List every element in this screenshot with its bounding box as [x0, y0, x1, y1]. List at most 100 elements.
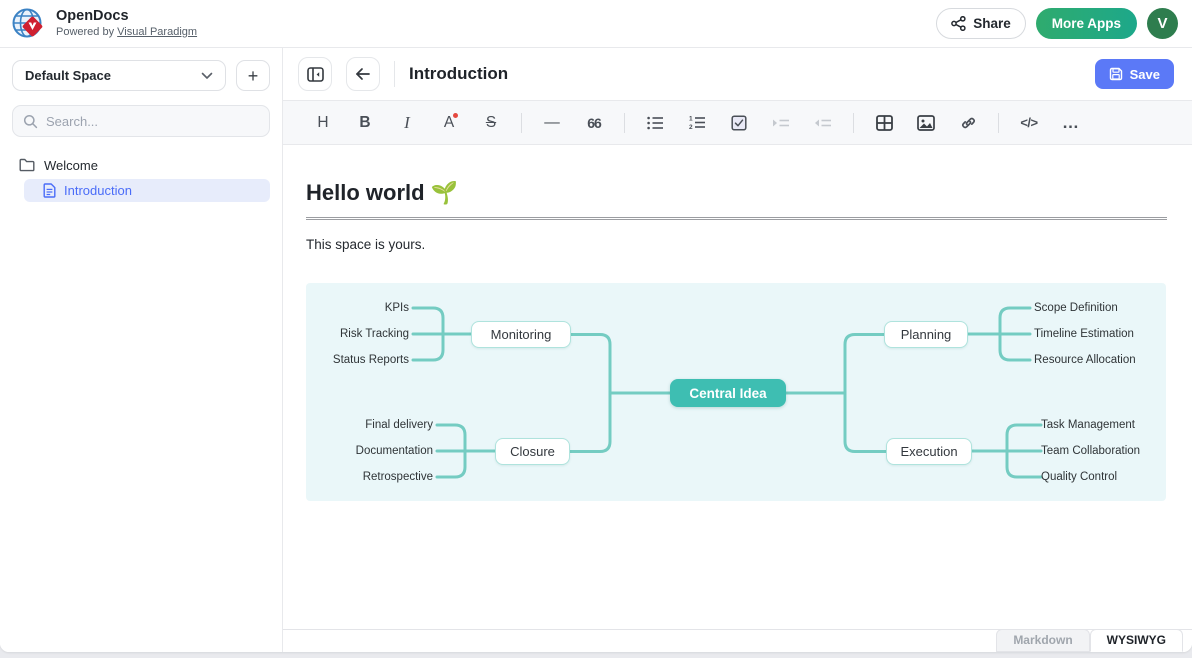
- svg-text:1: 1: [689, 115, 693, 122]
- task-list-icon: [731, 115, 747, 131]
- add-space-button[interactable]: +: [236, 60, 270, 91]
- save-button[interactable]: Save: [1095, 59, 1174, 89]
- indent-decrease-icon: [814, 117, 832, 129]
- document-heading: Hello world 🌱: [306, 180, 1167, 220]
- mindmap-leaf: Scope Definition: [1034, 300, 1118, 316]
- mindmap-node-planning: Planning: [884, 321, 968, 348]
- mindmap-central-node: Central Idea: [670, 379, 786, 407]
- table-icon: [876, 115, 893, 131]
- sidebar: Default Space + Welcome: [0, 48, 283, 652]
- toggle-sidebar-button[interactable]: [298, 57, 332, 91]
- bullet-list-icon: [647, 116, 664, 130]
- share-label: Share: [973, 16, 1011, 31]
- toolbar-divider: [521, 113, 522, 133]
- document-paragraph: This space is yours.: [306, 237, 1167, 252]
- formatting-toolbar: H B I A S — 66 12: [283, 100, 1192, 145]
- indent-increase-button[interactable]: [761, 107, 801, 139]
- app-header: OpenDocs Powered by Visual Paradigm Shar…: [0, 0, 1192, 48]
- heading-button[interactable]: H: [303, 107, 343, 139]
- share-button[interactable]: Share: [936, 8, 1026, 39]
- heading-icon: H: [317, 114, 328, 132]
- strikethrough-button[interactable]: S: [471, 107, 511, 139]
- space-selector-value: Default Space: [25, 68, 111, 83]
- mindmap-diagram[interactable]: Central Idea Monitoring KPIs Risk Tracking S…: [306, 283, 1166, 501]
- powered-by-text: Powered by: [56, 26, 114, 38]
- mindmap-leaf: Final delivery: [365, 417, 433, 433]
- table-button[interactable]: [864, 107, 904, 139]
- mindmap-leaf: Documentation: [356, 443, 433, 459]
- bold-icon: B: [359, 114, 370, 132]
- mindmap-leaf: Resource Allocation: [1034, 352, 1136, 368]
- opendocs-logo-icon: [10, 6, 46, 42]
- horizontal-rule-icon: —: [544, 114, 560, 132]
- link-button[interactable]: [948, 107, 988, 139]
- markdown-mode-tab[interactable]: Markdown: [996, 629, 1089, 652]
- more-tools-button[interactable]: …: [1051, 107, 1091, 139]
- titlebar-divider: [394, 61, 395, 87]
- svg-text:2: 2: [689, 124, 693, 130]
- app-window: OpenDocs Powered by Visual Paradigm Shar…: [0, 0, 1192, 652]
- back-button[interactable]: [346, 57, 380, 91]
- toolbar-divider: [998, 113, 999, 133]
- space-selector[interactable]: Default Space: [12, 60, 226, 91]
- mindmap-leaf: Risk Tracking: [340, 326, 409, 342]
- numbered-list-button[interactable]: 12: [677, 107, 717, 139]
- share-icon: [951, 16, 966, 31]
- italic-icon: I: [404, 113, 410, 133]
- mindmap-node-monitoring: Monitoring: [471, 321, 571, 348]
- mindmap-leaf: Quality Control: [1041, 469, 1117, 485]
- visual-paradigm-link[interactable]: Visual Paradigm: [117, 26, 197, 38]
- folder-icon: [19, 158, 35, 172]
- brand-block: OpenDocs Powered by Visual Paradigm: [56, 9, 197, 38]
- code-block-button[interactable]: </>: [1009, 107, 1049, 139]
- editor-content[interactable]: Hello world 🌱 This space is yours.: [283, 145, 1192, 629]
- font-color-button[interactable]: A: [429, 107, 469, 139]
- search-input[interactable]: [46, 114, 259, 129]
- strikethrough-icon: S: [486, 114, 496, 132]
- font-color-dot: [453, 113, 458, 118]
- tree-doc-introduction[interactable]: Introduction: [24, 179, 270, 202]
- toolbar-divider: [853, 113, 854, 133]
- wysiwyg-mode-tab[interactable]: WYSIWYG: [1090, 629, 1183, 652]
- mindmap-leaf: Status Reports: [333, 352, 409, 368]
- chevron-down-icon: [201, 72, 213, 80]
- code-icon: </>: [1020, 115, 1037, 130]
- bullet-list-button[interactable]: [635, 107, 675, 139]
- back-arrow-icon: [355, 67, 371, 81]
- search-box[interactable]: [12, 105, 270, 137]
- powered-by-line: Powered by Visual Paradigm: [56, 26, 197, 38]
- more-apps-button[interactable]: More Apps: [1036, 8, 1137, 39]
- mindmap-leaf: Timeline Estimation: [1034, 326, 1134, 342]
- italic-button[interactable]: I: [387, 107, 427, 139]
- mindmap-leaf: Team Collaboration: [1041, 443, 1140, 459]
- tree-folder-welcome[interactable]: Welcome: [0, 153, 282, 177]
- document-icon: [43, 183, 56, 198]
- user-avatar[interactable]: V: [1147, 8, 1178, 39]
- mindmap-leaf: Task Management: [1041, 417, 1135, 433]
- tree-folder-label: Welcome: [44, 158, 98, 173]
- editor-footer: Markdown WYSIWYG: [283, 629, 1192, 652]
- document-titlebar: Introduction Save: [283, 48, 1192, 100]
- horizontal-rule-button[interactable]: —: [532, 107, 572, 139]
- app-title: OpenDocs: [56, 9, 197, 25]
- link-icon: [960, 115, 977, 131]
- quote-icon: 66: [587, 115, 601, 131]
- mindmap-leaf: Retrospective: [363, 469, 433, 485]
- search-icon: [23, 114, 38, 129]
- save-label: Save: [1130, 67, 1160, 82]
- bold-button[interactable]: B: [345, 107, 385, 139]
- numbered-list-icon: 12: [689, 115, 706, 130]
- mindmap-leaf: KPIs: [385, 300, 409, 316]
- document-tree: Welcome Introduction: [0, 153, 282, 202]
- sidebar-panel-icon: [307, 67, 324, 82]
- task-list-button[interactable]: [719, 107, 759, 139]
- image-button[interactable]: [906, 107, 946, 139]
- page-title: Introduction: [409, 64, 508, 84]
- tree-doc-label: Introduction: [64, 183, 132, 198]
- indent-decrease-button[interactable]: [803, 107, 843, 139]
- seedling-emoji: 🌱: [431, 180, 458, 205]
- mindmap-node-execution: Execution: [886, 438, 972, 465]
- more-icon: …: [1062, 113, 1080, 133]
- quote-button[interactable]: 66: [574, 107, 614, 139]
- indent-increase-icon: [772, 117, 790, 129]
